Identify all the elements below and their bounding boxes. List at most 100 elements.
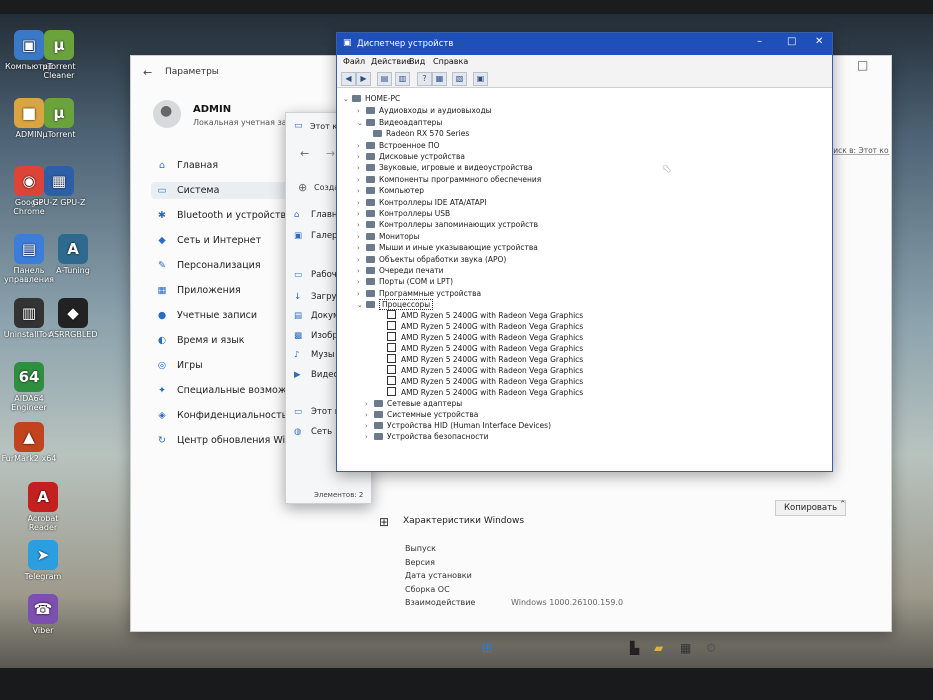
chevron-right-icon[interactable]: › [357, 255, 366, 266]
explorer-nav-item[interactable]: ♪ Музы [294, 350, 335, 360]
chevron-right-icon[interactable]: › [357, 277, 366, 288]
tree-device[interactable]: AMD Ryzen 5 2400G with Radeon Vega Graph… [387, 376, 583, 387]
start-icon[interactable]: ⊞ [482, 641, 493, 656]
details-icon[interactable]: ▦ [432, 72, 447, 86]
explorer-nav-item[interactable]: ▭ Рабоч [294, 270, 337, 280]
desktop-icon[interactable]: µ µTorrent [30, 98, 88, 139]
menu-item[interactable]: Справка [433, 57, 468, 66]
chevron-right-icon[interactable]: › [357, 106, 366, 117]
chevron-right-icon[interactable]: › [357, 220, 366, 231]
chevron-right-icon[interactable]: › [357, 175, 366, 186]
tree-category[interactable]: › Звуковые, игровые и видеоустройства [357, 162, 533, 173]
desktop-icon[interactable]: ➤ Telegram [14, 540, 72, 581]
back-arrow-icon[interactable]: ← [143, 66, 152, 79]
chevron-right-icon[interactable]: › [365, 432, 374, 443]
explorer-nav-item[interactable]: ▣ Галер [294, 231, 337, 241]
menu-item[interactable]: Файл [343, 57, 365, 66]
tree-category[interactable]: › Мониторы [357, 231, 419, 242]
tree-view-icon[interactable]: ▤ [377, 72, 392, 86]
desktop-icon[interactable]: ▦ GPU-Z GPU-Z [30, 166, 88, 207]
chevron-right-icon[interactable]: › [357, 266, 366, 277]
chevron-up-icon[interactable]: ⌃ [839, 500, 847, 510]
explorer-tab-title[interactable]: Этот к [310, 122, 337, 131]
tree-category[interactable]: › Контроллеры запоминающих устройств [357, 219, 538, 230]
chevron-right-icon[interactable]: › [357, 186, 366, 197]
forward-icon[interactable]: → [326, 147, 335, 160]
tree-category[interactable]: › Порты (COM и LPT) [357, 276, 453, 287]
taskbar-explorer-icon[interactable]: ▰ [654, 641, 663, 655]
desktop-icon[interactable]: ☎ Viber [14, 594, 72, 635]
explorer-nav-item[interactable]: ▭ Этот к [294, 407, 340, 417]
desktop-icon[interactable]: ◆ ASRRGBLED [44, 298, 102, 339]
tree-category[interactable]: › Компоненты программного обеспечения [357, 174, 541, 185]
help-icon[interactable]: ? [417, 72, 432, 86]
chevron-down-icon[interactable]: ⌄ [343, 94, 352, 105]
tree-category[interactable]: › Контроллеры IDE ATA/ATAPI [357, 197, 487, 208]
tree-category[interactable]: › Устройства безопасности [365, 431, 488, 442]
menu-item[interactable]: Действие [371, 57, 411, 66]
menu-item[interactable]: Вид [409, 57, 425, 66]
tree-category[interactable]: › Системные устройства [365, 409, 478, 420]
tree-category[interactable]: › Компьютер [357, 185, 424, 196]
tree-category[interactable]: › Контроллеры USB [357, 208, 450, 219]
explorer-nav-item[interactable]: ↓ Загру [294, 292, 337, 302]
tree-device[interactable]: AMD Ryzen 5 2400G with Radeon Vega Graph… [387, 354, 583, 365]
tree-category[interactable]: › Встроенное ПО [357, 140, 440, 151]
window-close-icon[interactable]: □ [857, 58, 868, 72]
chevron-right-icon[interactable]: › [357, 163, 366, 174]
desktop-icon[interactable]: ▲ FurMark2 x64 [0, 422, 58, 463]
tree-device[interactable]: AMD Ryzen 5 2400G with Radeon Vega Graph… [387, 343, 583, 354]
tree-device[interactable]: AMD Ryzen 5 2400G with Radeon Vega Graph… [387, 387, 583, 398]
tree-category[interactable]: › Объекты обработки звука (APO) [357, 254, 506, 265]
update-driver-icon[interactable]: ▧ [452, 72, 467, 86]
tree-device[interactable]: Radeon RX 570 Series [373, 128, 469, 139]
tree-root[interactable]: ⌄ HOME-PC [343, 93, 400, 104]
explorer-nav-item[interactable]: ▶ Видео [294, 370, 339, 380]
chevron-right-icon[interactable]: › [357, 141, 366, 152]
chevron-right-icon[interactable]: › [357, 198, 366, 209]
taskbar-store-icon[interactable]: ▦ [680, 641, 691, 655]
back-icon[interactable]: ← [300, 147, 309, 160]
tree-device[interactable]: AMD Ryzen 5 2400G with Radeon Vega Graph… [387, 310, 583, 321]
copy-button[interactable]: Копировать [775, 500, 847, 516]
explorer-nav-item[interactable]: ▩ Изобр [294, 331, 338, 341]
taskbar-app-icon[interactable]: ▙ [630, 641, 639, 655]
tree-category[interactable]: › Сетевые адаптеры [365, 398, 462, 409]
tree-category[interactable]: › Мыши и иные указывающие устройства [357, 242, 538, 253]
desktop-icon[interactable]: A Acrobat Reader [14, 482, 72, 532]
processor-icon [387, 343, 396, 353]
chevron-down-icon[interactable]: ⌄ [357, 300, 366, 311]
maximize-icon[interactable]: □ [787, 36, 796, 47]
chevron-right-icon[interactable]: › [357, 152, 366, 163]
chevron-down-icon[interactable]: ⌄ [357, 118, 366, 129]
back-arrow-icon[interactable]: ◀ [341, 72, 356, 86]
close-icon[interactable]: ✕ [815, 36, 823, 47]
chevron-right-icon[interactable]: › [357, 243, 366, 254]
minimize-icon[interactable]: – [757, 36, 762, 47]
taskbar-settings-icon[interactable]: ⚙ [706, 641, 717, 655]
explorer-nav-item[interactable]: ◍ Сеть [294, 427, 332, 437]
tree-category[interactable]: › Очереди печати [357, 265, 444, 276]
tree-category[interactable]: ⌄ Видеоадаптеры [357, 117, 442, 128]
desktop-icon[interactable]: 64 AIDA64 Engineer [0, 362, 58, 412]
properties-icon[interactable]: ▥ [395, 72, 410, 86]
chevron-right-icon[interactable]: › [357, 232, 366, 243]
tree-device[interactable]: AMD Ryzen 5 2400G with Radeon Vega Graph… [387, 321, 583, 332]
scan-hardware-icon[interactable]: ▣ [473, 72, 488, 86]
tree-category-selected[interactable]: ⌄ Процессоры [357, 299, 434, 311]
tree-category[interactable]: › Программные устройства [357, 288, 481, 299]
tree-device[interactable]: AMD Ryzen 5 2400G with Radeon Vega Graph… [387, 365, 583, 376]
desktop-icon[interactable]: A A-Tuning [44, 234, 102, 275]
desktop-icon[interactable]: µ µTorrent Cleaner [30, 30, 88, 80]
tree-category[interactable]: › Аудиовходы и аудиовыходы [357, 105, 492, 116]
tree-device[interactable]: AMD Ryzen 5 2400G with Radeon Vega Graph… [387, 332, 583, 343]
explorer-nav-item[interactable]: ⌂ Главн [294, 210, 337, 220]
new-plus-icon[interactable]: ⊕ [298, 181, 307, 194]
tree-category-label: Процессоры [379, 299, 434, 311]
tree-category[interactable]: › Устройства HID (Human Interface Devices… [365, 420, 551, 431]
forward-arrow-icon[interactable]: ▶ [356, 72, 371, 86]
chevron-right-icon[interactable]: › [357, 289, 366, 300]
tree-category[interactable]: › Дисковые устройства [357, 151, 465, 162]
chevron-right-icon[interactable]: › [357, 209, 366, 220]
explorer-nav-item[interactable]: ▤ Докум [294, 311, 339, 321]
